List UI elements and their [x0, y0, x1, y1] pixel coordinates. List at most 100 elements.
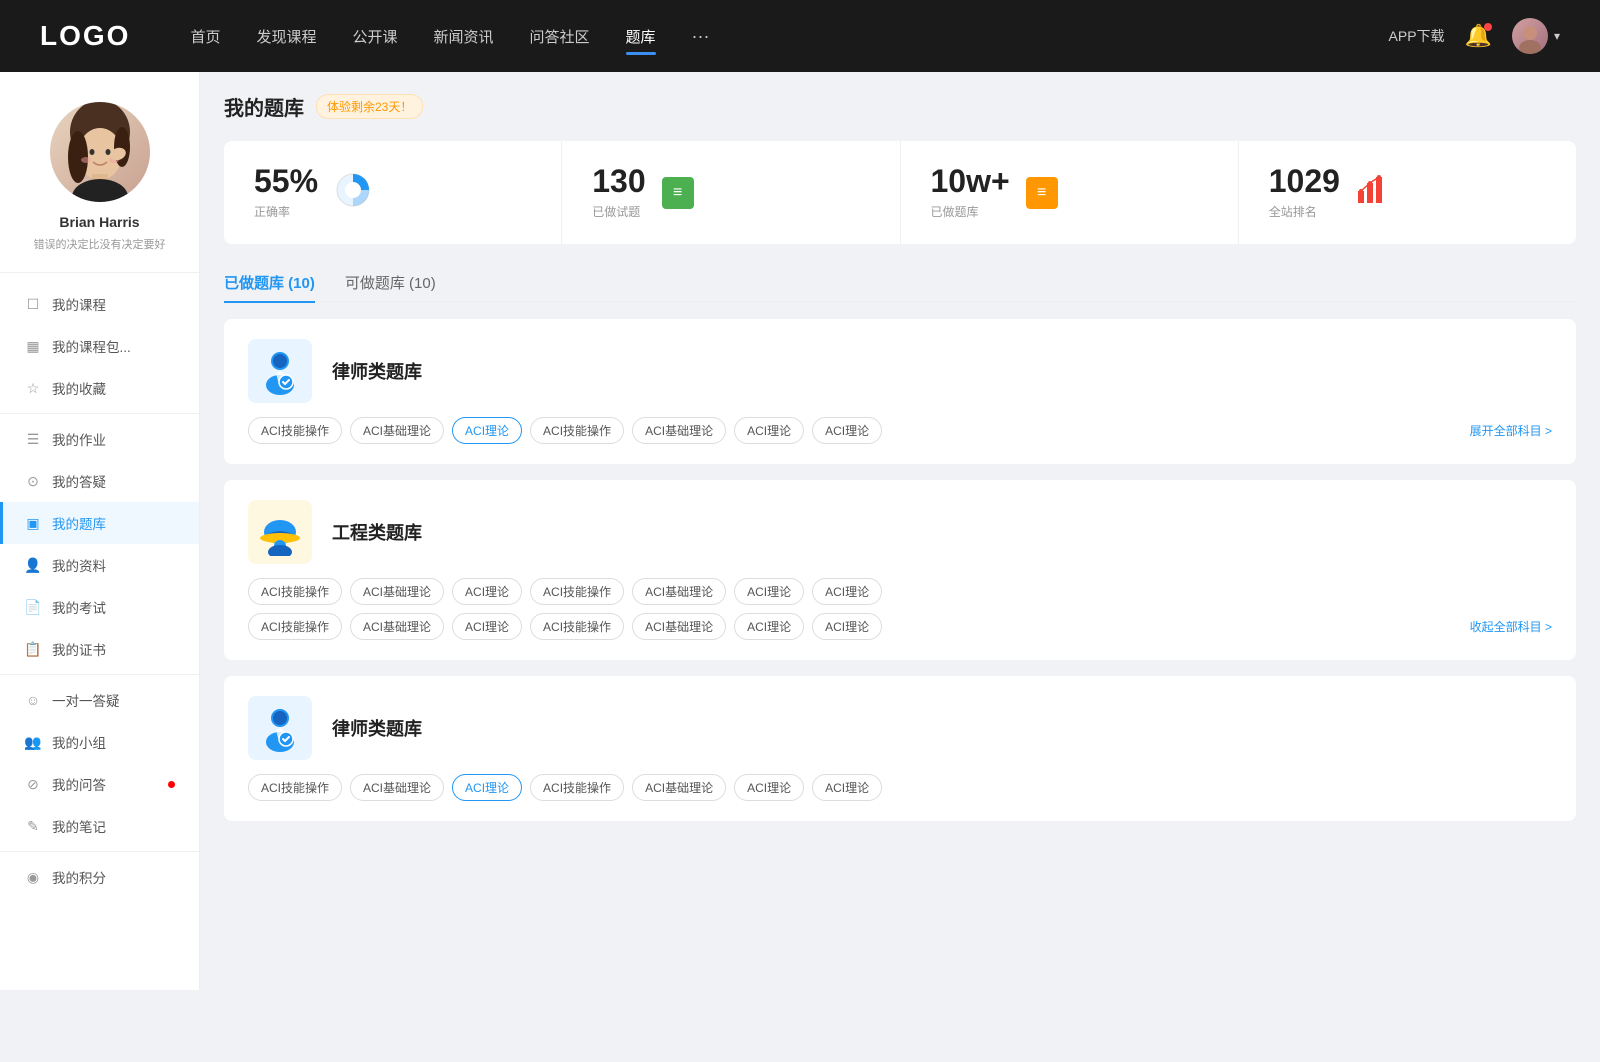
chart-icon: ▦ [24, 337, 42, 355]
tag-2-extra-1[interactable]: ACI基础理论 [350, 613, 444, 640]
stat-done-banks: 10w+ 已做题库 ≡ [901, 141, 1239, 244]
tag-2-1[interactable]: ACI基础理论 [350, 578, 444, 605]
file-icon: ☐ [24, 295, 42, 313]
nav-right: APP下载 🔔 ▾ [1389, 18, 1560, 54]
tag-2-extra-3[interactable]: ACI技能操作 [530, 613, 624, 640]
tag-3-0[interactable]: ACI技能操作 [248, 774, 342, 801]
notification-bell[interactable]: 🔔 [1465, 23, 1492, 49]
tab-done-banks[interactable]: 已做题库 (10) [224, 264, 315, 301]
bank-card-header-2: 工程类题库 [248, 500, 1552, 564]
expand-btn-2[interactable]: 收起全部科目 > [1470, 618, 1552, 635]
tag-3-5[interactable]: ACI理论 [734, 774, 804, 801]
stat-ranking: 1029 全站排名 [1239, 141, 1576, 244]
tag-2-extra-6[interactable]: ACI理论 [812, 613, 882, 640]
sidebar-item-exam[interactable]: 📄 我的考试 [0, 586, 199, 628]
bank-card-lawyer-2: 律师类题库 ACI技能操作 ACI基础理论 ACI理论 ACI技能操作 ACI基… [224, 676, 1576, 821]
tag-3-6[interactable]: ACI理论 [812, 774, 882, 801]
notification-dot [1484, 23, 1492, 31]
tag-1-5[interactable]: ACI理论 [734, 417, 804, 444]
star-icon: ☆ [24, 379, 42, 397]
tag-2-extra-2[interactable]: ACI理论 [452, 613, 522, 640]
bank-tags-3: ACI技能操作 ACI基础理论 ACI理论 ACI技能操作 ACI基础理论 AC… [248, 774, 1552, 801]
sidebar-item-label: 我的课程 [52, 294, 175, 314]
tag-2-extra-5[interactable]: ACI理论 [734, 613, 804, 640]
stats-card: 55% 正确率 130 已做试题 ≡ [224, 141, 1576, 244]
tab-available-banks[interactable]: 可做题库 (10) [345, 264, 436, 301]
stat-done-questions: 130 已做试题 ≡ [562, 141, 900, 244]
sidebar-item-course[interactable]: ☐ 我的课程 [0, 283, 199, 325]
tag-2-5[interactable]: ACI理论 [734, 578, 804, 605]
sidebar-item-label: 一对一答疑 [52, 690, 175, 710]
sidebar-item-homework[interactable]: ☰ 我的作业 [0, 418, 199, 460]
sidebar-item-points[interactable]: ◉ 我的积分 [0, 856, 199, 898]
notification-dot-menu [168, 781, 175, 788]
tag-1-1[interactable]: ACI基础理论 [350, 417, 444, 444]
qa-icon: ☺ [24, 691, 42, 709]
user-avatar-menu[interactable]: ▾ [1512, 18, 1560, 54]
sidebar-item-question-bank[interactable]: ▣ 我的题库 [0, 502, 199, 544]
profile-avatar [50, 102, 150, 202]
sidebar-item-notes[interactable]: ✎ 我的笔记 [0, 805, 199, 847]
bank-icon: ▣ [24, 514, 42, 532]
app-download-btn[interactable]: APP下载 [1389, 26, 1445, 46]
bank-tags-2-row2: ACI技能操作 ACI基础理论 ACI理论 ACI技能操作 ACI基础理论 AC… [248, 613, 1552, 640]
expand-btn-1[interactable]: 展开全部科目 > [1470, 422, 1552, 439]
tag-2-2[interactable]: ACI理论 [452, 578, 522, 605]
bank-title-3: 律师类题库 [332, 715, 422, 741]
sidebar-item-certificate[interactable]: 📋 我的证书 [0, 628, 199, 670]
tag-1-3[interactable]: ACI技能操作 [530, 417, 624, 444]
bank-title-1: 律师类题库 [332, 358, 422, 384]
sidebar-item-course-package[interactable]: ▦ 我的课程包... [0, 325, 199, 367]
sidebar-item-label: 我的考试 [52, 597, 175, 617]
sidebar-item-label: 我的笔记 [52, 816, 175, 836]
sidebar-item-one-on-one[interactable]: ☺ 一对一答疑 [0, 679, 199, 721]
trial-badge: 体验剩余23天！ [316, 94, 423, 119]
sidebar-menu: ☐ 我的课程 ▦ 我的课程包... ☆ 我的收藏 ☰ 我的作业 ⊙ 我的答 [0, 273, 199, 908]
tag-3-1[interactable]: ACI基础理论 [350, 774, 444, 801]
sidebar-item-my-questions[interactable]: ⊘ 我的问答 [0, 763, 199, 805]
tag-2-0[interactable]: ACI技能操作 [248, 578, 342, 605]
tabs-bar: 已做题库 (10) 可做题库 (10) [224, 264, 1576, 303]
main-content: 我的题库 体验剩余23天！ 55% 正确率 [200, 72, 1600, 990]
tag-1-2[interactable]: ACI理论 [452, 417, 522, 444]
nav-links: 首页 发现课程 公开课 新闻资讯 问答社区 题库 ··· [190, 22, 1388, 51]
nav-home[interactable]: 首页 [190, 22, 220, 51]
sidebar-item-qa[interactable]: ⊙ 我的答疑 [0, 460, 199, 502]
tag-1-4[interactable]: ACI基础理论 [632, 417, 726, 444]
tag-2-4[interactable]: ACI基础理论 [632, 578, 726, 605]
nav-discover[interactable]: 发现课程 [256, 22, 316, 51]
tag-3-4[interactable]: ACI基础理论 [632, 774, 726, 801]
stat-label-done-b: 已做题库 [931, 203, 1010, 220]
stat-label-done-q: 已做试题 [592, 203, 645, 220]
nav-more[interactable]: ··· [692, 26, 710, 47]
bank-card-engineer: 工程类题库 ACI技能操作 ACI基础理论 ACI理论 ACI技能操作 ACI基… [224, 480, 1576, 660]
sidebar-item-label: 我的答疑 [52, 471, 175, 491]
tag-2-3[interactable]: ACI技能操作 [530, 578, 624, 605]
nav-news[interactable]: 新闻资讯 [434, 22, 494, 51]
navbar: LOGO 首页 发现课程 公开课 新闻资讯 问答社区 题库 ··· APP下载 … [0, 0, 1600, 72]
nav-question-bank[interactable]: 题库 [626, 22, 656, 51]
nav-open-course[interactable]: 公开课 [352, 22, 397, 51]
sidebar-item-label: 我的题库 [52, 513, 175, 533]
bank-icon-engineer [248, 500, 312, 564]
sidebar-item-profile[interactable]: 👤 我的资料 [0, 544, 199, 586]
tag-2-extra-4[interactable]: ACI基础理论 [632, 613, 726, 640]
tag-3-2[interactable]: ACI理论 [452, 774, 522, 801]
cert-icon: 📋 [24, 640, 42, 658]
bank-card-header-1: 律师类题库 [248, 339, 1552, 403]
tag-2-extra-0[interactable]: ACI技能操作 [248, 613, 342, 640]
user-motto: 错误的决定比没有决定要好 [34, 236, 166, 252]
tag-1-6[interactable]: ACI理论 [812, 417, 882, 444]
stat-value-rank: 1029 [1269, 165, 1340, 197]
avatar-image [1512, 18, 1548, 54]
sidebar-item-label: 我的问答 [52, 774, 158, 794]
tag-1-0[interactable]: ACI技能操作 [248, 417, 342, 444]
sidebar-item-group[interactable]: 👥 我的小组 [0, 721, 199, 763]
tag-3-3[interactable]: ACI技能操作 [530, 774, 624, 801]
sidebar-item-favorites[interactable]: ☆ 我的收藏 [0, 367, 199, 409]
exam-icon: 📄 [24, 598, 42, 616]
points-icon: ◉ [24, 868, 42, 886]
menu-divider-1 [0, 413, 199, 414]
nav-qa[interactable]: 问答社区 [530, 22, 590, 51]
tag-2-6[interactable]: ACI理论 [812, 578, 882, 605]
